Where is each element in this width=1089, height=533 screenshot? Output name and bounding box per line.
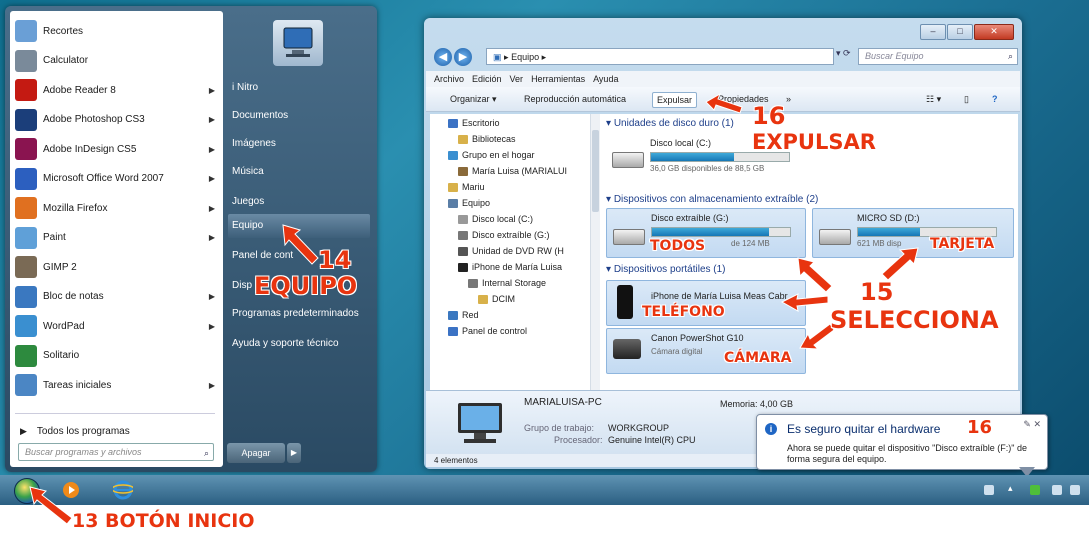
arrow-15-camara bbox=[799, 323, 835, 350]
arrow-15-telefono bbox=[780, 293, 829, 312]
annotation-camara: CÁMARA bbox=[724, 350, 792, 366]
arrow-13-start bbox=[29, 486, 73, 525]
annotation-tarjeta: TARJETA bbox=[930, 236, 995, 252]
annotation-16-number: 16 bbox=[752, 102, 786, 130]
annotation-arrows bbox=[29, 92, 919, 525]
annotation-14-number: 14 bbox=[318, 246, 352, 274]
annotation-telefono: TELÉFONO bbox=[642, 304, 725, 320]
arrow-14-equipo bbox=[282, 224, 319, 265]
annotation-15-number: 15 bbox=[860, 278, 894, 306]
arrow-15-todos bbox=[797, 257, 833, 293]
annotation-14-text: EQUIPO bbox=[254, 272, 358, 300]
annotation-16-text: EXPULSAR bbox=[752, 130, 876, 154]
annotation-13-start-button: 13 BOTÓN INICIO bbox=[72, 510, 255, 532]
annotation-todos: TODOS bbox=[650, 238, 706, 254]
annotation-15-text: SELECCIONA bbox=[830, 306, 999, 334]
arrow-15-tarjeta bbox=[881, 247, 919, 281]
arrow-16-eject bbox=[705, 92, 743, 114]
